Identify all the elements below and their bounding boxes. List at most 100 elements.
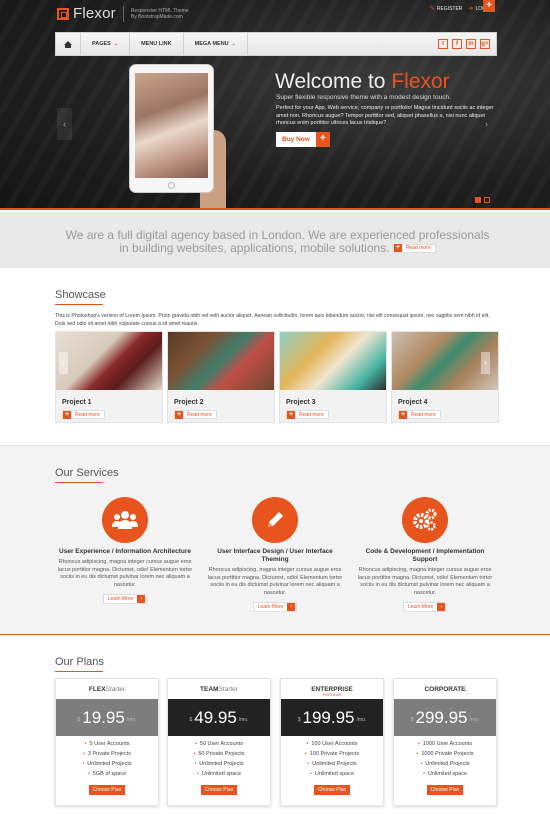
chevron-right-icon: ›: [287, 603, 296, 611]
buy-now-button[interactable]: Buy Now +: [276, 132, 330, 147]
learn-more-button[interactable]: Learn More ›: [402, 602, 448, 612]
nav-item-menu-link[interactable]: MENU LINK: [130, 33, 184, 55]
nav-item-mega-menu[interactable]: MEGA MENU ⌄: [184, 33, 248, 55]
plan-feature: Unlimited Projects: [168, 759, 270, 769]
plus-icon: +: [287, 410, 295, 419]
read-more-label: Read more: [299, 411, 324, 418]
plan-card: TEAMStarter $49.95/mo. 50 User Accounts …: [167, 678, 271, 806]
agency-text: We are a full digital agency based in Lo…: [60, 229, 495, 254]
edit-icon: ✎: [429, 6, 435, 12]
feature-text: 3 Private Projects: [83, 751, 131, 757]
feature-text: Unlimited Projects: [420, 761, 469, 767]
project-image: [280, 332, 386, 390]
feature-text: Unlimited space: [310, 771, 354, 777]
tablet-image: [129, 64, 214, 193]
choose-plan-button[interactable]: Choose Plan: [314, 785, 350, 795]
facebook-icon[interactable]: f: [452, 39, 462, 49]
plans-underline: [55, 671, 103, 672]
feature-text: Unlimited Projects: [82, 761, 131, 767]
project-card[interactable]: Project 3 + Read more: [279, 331, 387, 423]
google-plus-icon[interactable]: g+: [480, 39, 490, 49]
plan-features: 1000 User Accounts 1000 Private Projects…: [394, 739, 496, 779]
plan-card: FLEXStarter $19.95/mo. 5 User Accounts 3…: [55, 678, 159, 806]
plus-icon: +: [393, 244, 402, 253]
top-plus-button[interactable]: +: [483, 0, 495, 12]
feature-text: 100 User Accounts: [306, 741, 357, 747]
register-label: REGISTER: [436, 5, 463, 12]
agency-read-more-button[interactable]: + Read more: [392, 243, 436, 253]
project-read-more-button[interactable]: + Read more: [398, 410, 441, 419]
plus-icon: +: [175, 410, 183, 419]
feature-text: 1000 Private Projects: [416, 751, 473, 757]
logo-tagline: Responsive HTML Theme By BootstrapMade.c…: [131, 8, 189, 20]
feature-text: 1000 User Accounts: [418, 741, 472, 747]
nav-home[interactable]: [56, 33, 81, 55]
learn-more-button[interactable]: Learn More ›: [102, 594, 148, 604]
learn-more-label: Learn More: [407, 604, 434, 610]
plan-name-main: FLEX: [88, 686, 106, 693]
logo-text: Flexor: [73, 5, 116, 22]
price-value: 299.95: [415, 707, 468, 727]
chevron-right-icon: ›: [437, 603, 446, 611]
choose-plan-button[interactable]: Choose Plan: [427, 785, 463, 795]
showcase-text: This is Photoshop's version of Lorem Ips…: [55, 313, 490, 327]
service-text: Rhoncus adipiscing, magna integer cursus…: [207, 567, 343, 596]
feature-text: Unlimited space: [423, 771, 467, 777]
showcase-title: Showcase: [55, 289, 106, 301]
plan-feature: Unlimited Projects: [394, 759, 496, 769]
project-name: Project 3: [286, 399, 316, 406]
plan-name-suffix: Starter: [218, 686, 238, 693]
nav-item-pages[interactable]: PAGES ⌄: [81, 33, 131, 55]
learn-more-label: Learn More: [107, 596, 134, 602]
project-card[interactable]: Project 2 + Read more: [167, 331, 275, 423]
plan-feature: 100 Private Projects: [281, 749, 383, 759]
plan-feature: 100 User Accounts: [281, 739, 383, 749]
plan-name-main: CORPORATE: [424, 686, 466, 693]
project-read-more-button[interactable]: + Read more: [286, 410, 329, 419]
plan-features: 50 User Accounts 50 Private Projects Unl…: [168, 739, 270, 779]
chevron-right-icon: ›: [137, 595, 146, 603]
feature-text: 50 User Accounts: [195, 741, 243, 747]
slider-next-arrow[interactable]: ›: [479, 108, 494, 140]
hero-title-accent: Flexor: [391, 70, 450, 93]
hero-section: Flexor Responsive HTML Theme By Bootstra…: [0, 0, 550, 210]
plus-icon: +: [315, 132, 330, 147]
project-card[interactable]: Project 4 + Read more: [391, 331, 499, 423]
project-read-more-button[interactable]: + Read more: [174, 410, 217, 419]
showcase-next-arrow[interactable]: ›: [481, 352, 490, 374]
service-item: User Interface Design / User Interface T…: [205, 497, 345, 612]
slider-dot-2[interactable]: [484, 197, 490, 203]
slider-prev-arrow[interactable]: ‹: [57, 108, 72, 140]
plan-feature: 1000 User Accounts: [394, 739, 496, 749]
price-period: /mo.: [126, 716, 137, 723]
plan-name-main: TEAM: [200, 686, 219, 693]
plan-price: $49.95/mo.: [168, 699, 270, 736]
read-more-label: Read more: [187, 411, 212, 418]
tagline-line-2: By BootstrapMade.com: [130, 13, 183, 20]
plan-feature: 50 Private Projects: [168, 749, 270, 759]
plan-feature: 5 User Accounts: [56, 739, 158, 749]
logo[interactable]: Flexor Responsive HTML Theme By Bootstra…: [57, 5, 189, 22]
slider-dot-1[interactable]: [475, 197, 481, 203]
project-list: Project 1 + Read more Project 2 + Read mor…: [55, 331, 499, 423]
plan-feature: Unlimited space: [168, 769, 270, 779]
choose-plan-button[interactable]: Choose Plan: [89, 785, 125, 795]
service-title: User Experience / Information Architectu…: [59, 548, 191, 555]
hero-subtitle: Super flexible responsive theme with a m…: [276, 94, 451, 101]
project-card[interactable]: Project 1 + Read more: [55, 331, 163, 423]
twitter-icon[interactable]: t: [438, 39, 448, 49]
service-text: Rhoncus adipiscing, magna integer cursus…: [357, 567, 493, 596]
linkedin-icon[interactable]: in: [466, 39, 476, 49]
logo-divider: [122, 5, 124, 22]
plan-price: $19.95/mo.: [56, 699, 158, 736]
register-link[interactable]: ✎ REGISTER: [429, 5, 463, 13]
tagline-line-1: Responsive HTML Theme: [130, 7, 189, 14]
project-read-more-button[interactable]: + Read more: [62, 410, 105, 419]
service-text: Rhoncus adipiscing, magna integer cursus…: [57, 559, 193, 588]
choose-plan-button[interactable]: Choose Plan: [201, 785, 237, 795]
plan-name: TEAMStarter: [168, 686, 270, 695]
logo-icon: [57, 7, 69, 20]
showcase-prev-arrow[interactable]: ‹: [59, 352, 68, 374]
services-title: Our Services: [55, 467, 119, 479]
learn-more-button[interactable]: Learn More ›: [252, 602, 298, 612]
